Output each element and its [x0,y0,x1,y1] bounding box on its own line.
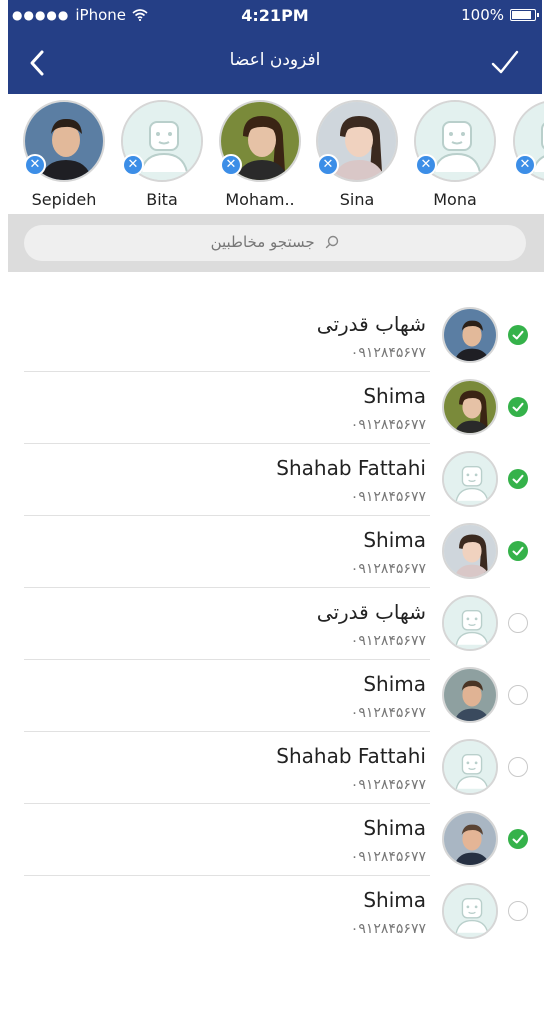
avatar [442,451,498,507]
top-bar: ●●●●● iPhone 4:21PM 100% افزودن اعضا [8,0,542,94]
contact-phone: ۰۹۱۲۸۴۵۶۷۷ [350,849,426,865]
placeholder-avatar-icon [444,597,496,649]
contact-name: Shima [363,816,426,840]
select-checkbox[interactable] [508,469,528,489]
selected-members-strip[interactable]: ✕ Sepideh ✕ Bita ✕ Moham.. ✕ Sina ✕ Mona… [8,94,544,214]
selected-member-name: Sepideh [31,190,97,209]
selected-member-name: Sina [339,190,375,209]
contact-row[interactable]: Shima ۰۹۱۲۸۴۵۶۷۷ [0,372,544,444]
contact-row[interactable]: شهاب قدرتی ۰۹۱۲۸۴۵۶۷۷ [0,300,544,372]
avatar-photo [444,669,496,721]
remove-member-icon[interactable]: ✕ [415,154,437,176]
selected-member[interactable]: ✕ [510,100,544,210]
contact-phone: ۰۹۱۲۸۴۵۶۷۷ [350,489,426,505]
avatar [442,739,498,795]
select-checkbox[interactable] [508,757,528,777]
select-checkbox[interactable] [508,325,528,345]
battery-percent: 100% [461,6,504,24]
avatar-photo [444,381,496,433]
contact-phone: ۰۹۱۲۸۴۵۶۷۷ [350,561,426,577]
contact-row[interactable]: Shahab Fattahi ۰۹۱۲۸۴۵۶۷۷ [0,732,544,804]
page-title: افزودن اعضا [229,50,321,70]
select-checkbox[interactable] [508,613,528,633]
status-bar: ●●●●● iPhone 4:21PM 100% [8,0,542,32]
placeholder-avatar-icon [444,453,496,505]
avatar [442,379,498,435]
avatar-photo [444,813,496,865]
contact-name: شهاب قدرتی [316,312,426,336]
avatar [442,811,498,867]
contact-row[interactable]: Shima ۰۹۱۲۸۴۵۶۷۷ [0,804,544,876]
avatar-photo [444,309,496,361]
contact-row[interactable]: Shima ۰۹۱۲۸۴۵۶۷۷ [0,660,544,732]
search-input[interactable]: جستجو مخاطبین [24,225,526,261]
contact-phone: ۰۹۱۲۸۴۵۶۷۷ [350,345,426,361]
selected-member[interactable]: ✕ Mona [411,100,497,210]
search-placeholder: جستجو مخاطبین [210,233,315,251]
avatar [442,523,498,579]
nav-bar: افزودن اعضا [8,38,542,88]
select-checkbox[interactable] [508,541,528,561]
contact-row[interactable]: Shima ۰۹۱۲۸۴۵۶۷۷ [0,876,544,948]
search-bar: جستجو مخاطبین [8,214,544,272]
remove-member-icon[interactable]: ✕ [514,154,536,176]
selected-member-name: Mona [433,190,477,209]
contact-name: Shima [363,672,426,696]
select-checkbox[interactable] [508,829,528,849]
search-icon [326,235,339,249]
contact-row[interactable]: Shima ۰۹۱۲۸۴۵۶۷۷ [0,516,544,588]
selected-member[interactable]: ✕ Sina [313,100,399,210]
selected-member[interactable]: ✕ Sepideh [20,100,106,210]
contact-phone: ۰۹۱۲۸۴۵۶۷۷ [350,705,426,721]
contact-name: Shima [363,528,426,552]
contact-row[interactable]: Shahab Fattahi ۰۹۱۲۸۴۵۶۷۷ [0,444,544,516]
selected-member-name: Moham.. [225,190,295,209]
contact-phone: ۰۹۱۲۸۴۵۶۷۷ [350,417,426,433]
avatar [442,667,498,723]
remove-member-icon[interactable]: ✕ [220,154,242,176]
checkmark-icon [491,50,519,74]
done-button[interactable] [488,46,522,80]
contact-phone: ۰۹۱۲۸۴۵۶۷۷ [350,777,426,793]
select-checkbox[interactable] [508,397,528,417]
contact-phone: ۰۹۱۲۸۴۵۶۷۷ [350,921,426,937]
contact-row[interactable]: شهاب قدرتی ۰۹۱۲۸۴۵۶۷۷ [0,588,544,660]
remove-member-icon[interactable]: ✕ [122,154,144,176]
avatar [442,307,498,363]
remove-member-icon[interactable]: ✕ [24,154,46,176]
selected-member[interactable]: ✕ Moham.. [216,100,302,210]
placeholder-avatar-icon [444,741,496,793]
remove-member-icon[interactable]: ✕ [317,154,339,176]
avatar [442,595,498,651]
avatar-photo [444,525,496,577]
avatar [442,883,498,939]
placeholder-avatar-icon [444,885,496,937]
contact-name: Shima [363,888,426,912]
contact-phone: ۰۹۱۲۸۴۵۶۷۷ [350,633,426,649]
select-checkbox[interactable] [508,901,528,921]
select-checkbox[interactable] [508,685,528,705]
contact-name: Shima [363,384,426,408]
selected-member[interactable]: ✕ Bita [118,100,204,210]
contact-name: Shahab Fattahi [276,456,426,480]
contact-name: شهاب قدرتی [316,600,426,624]
selected-member-name: Bita [146,190,178,209]
battery-icon [510,9,539,21]
contact-name: Shahab Fattahi [276,744,426,768]
